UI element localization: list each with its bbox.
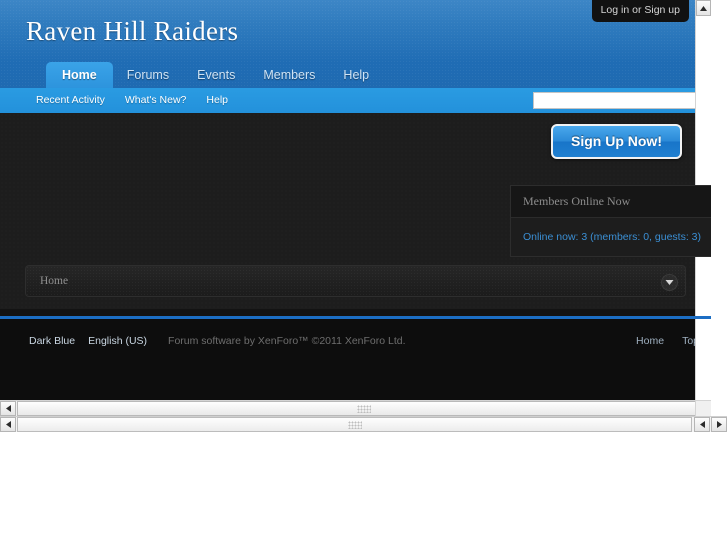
site-title: Raven Hill Raiders — [26, 16, 239, 46]
nav-tab-forums-label: Forums — [126, 67, 170, 82]
window-scroll-left-arrow-icon-2[interactable] — [694, 417, 710, 432]
subnav-item-recent-activity[interactable]: Recent Activity — [36, 95, 105, 106]
search-input[interactable] — [533, 92, 711, 109]
footer-language-chooser[interactable]: English (US) — [88, 335, 147, 347]
window-scrollbar-grip-icon — [347, 420, 362, 429]
window-scroll-left-arrow-icon[interactable] — [0, 417, 16, 432]
page-horizontal-scrollbar[interactable] — [0, 400, 711, 416]
scroll-up-arrow-icon[interactable] — [696, 0, 711, 16]
members-online-now-title: Members Online Now — [511, 186, 711, 218]
members-online-now-body: Online now: 3 (members: 0, guests: 3) — [511, 218, 711, 256]
main-navigation: Home Forums Events Members Help — [46, 61, 383, 88]
window-horizontal-scrollbar-thumb[interactable] — [17, 417, 692, 432]
secondary-navigation: Recent Activity What's New? Help — [0, 88, 711, 113]
nav-tab-help-label: Help — [343, 67, 370, 82]
sign-up-now-button[interactable]: Sign Up Now! — [551, 124, 682, 159]
footer-right-links: Home Top — [636, 335, 699, 347]
nav-tab-forums[interactable]: Forums — [113, 63, 183, 89]
footer-link-home[interactable]: Home — [636, 335, 664, 347]
nav-tab-members[interactable]: Members — [249, 63, 329, 89]
nav-tab-help[interactable]: Help — [329, 63, 383, 89]
members-online-now-panel: Members Online Now Online now: 3 (member… — [510, 185, 711, 257]
footer-divider — [0, 316, 711, 319]
breadcrumb-item-home[interactable]: Home — [40, 275, 68, 287]
nav-tab-members-label: Members — [263, 67, 316, 82]
scrollbar-grip-icon — [357, 404, 371, 413]
nav-tab-home[interactable]: Home — [46, 61, 113, 88]
breadcrumb: Home — [25, 265, 686, 297]
footer-copyright: Forum software by XenForo™ ©2011 XenForo… — [168, 335, 406, 347]
footer-left-links: Dark Blue English (US) Forum software by… — [29, 335, 406, 347]
scroll-left-arrow-icon[interactable] — [0, 401, 16, 416]
horizontal-scrollbar-thumb[interactable] — [17, 401, 711, 416]
nav-tab-events-label: Events — [197, 67, 236, 82]
login-or-signup-button[interactable]: Log in or Sign up — [591, 0, 689, 22]
window-horizontal-scrollbar[interactable] — [0, 416, 727, 432]
online-now-status[interactable]: Online now: 3 (members: 0, guests: 3) — [523, 231, 701, 243]
desktop-background — [0, 432, 727, 545]
nav-tab-events[interactable]: Events — [183, 63, 249, 89]
scrollbar-corner — [695, 400, 711, 416]
chevron-down-icon[interactable] — [661, 274, 678, 291]
site-header: Log in or Sign up Raven Hill Raiders Hom… — [0, 0, 711, 88]
browser-viewport: Log in or Sign up Raven Hill Raiders Hom… — [0, 0, 727, 432]
footer-style-chooser[interactable]: Dark Blue — [29, 335, 75, 347]
subnav-item-whats-new[interactable]: What's New? — [125, 95, 187, 106]
secondary-navigation-links: Recent Activity What's New? Help — [36, 95, 228, 106]
subnav-item-help[interactable]: Help — [206, 95, 228, 106]
nav-tab-home-label: Home — [62, 67, 97, 82]
window-scroll-right-arrow-icon[interactable] — [711, 417, 727, 432]
forum-page: Log in or Sign up Raven Hill Raiders Hom… — [0, 0, 711, 416]
